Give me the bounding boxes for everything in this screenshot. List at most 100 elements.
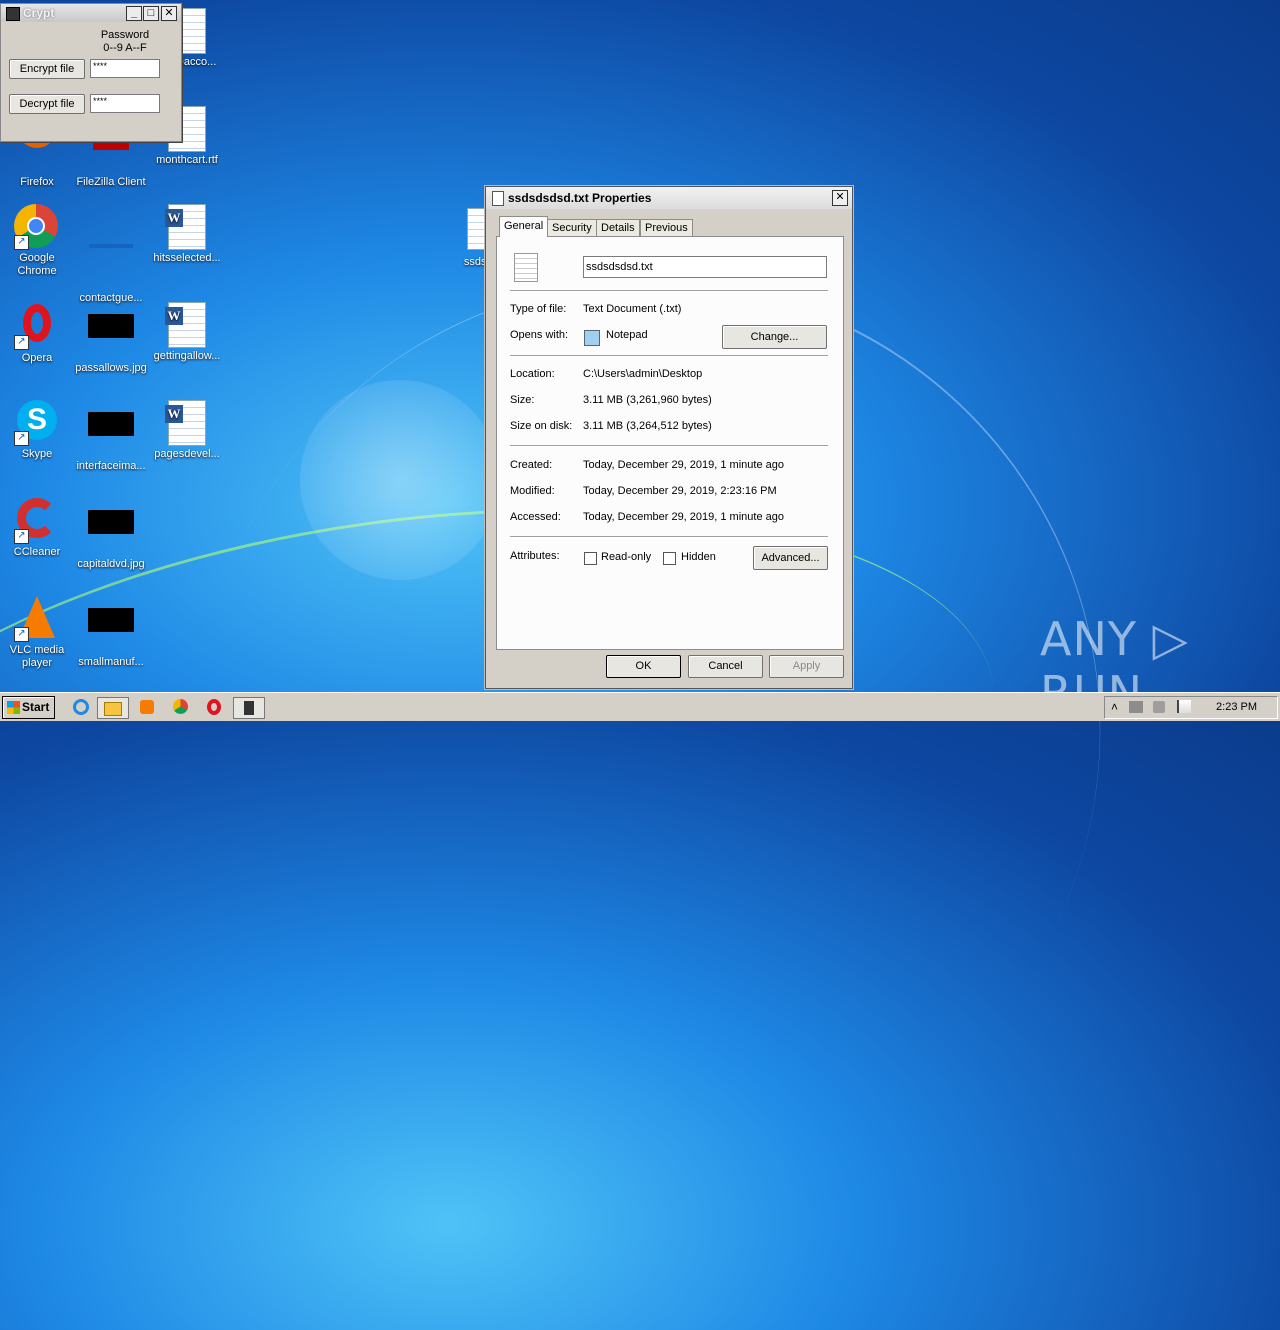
desktop-icon-google-chrome[interactable]: ↗ Google Chrome <box>0 204 74 278</box>
tab-general[interactable]: General <box>499 216 549 237</box>
desktop-icon-gettingallow[interactable]: W gettingallow... <box>150 302 224 363</box>
system-tray: ˄ 2:23 PM <box>1104 696 1278 719</box>
notepad-icon <box>584 330 600 346</box>
modified-value: Today, December 29, 2019, 2:23:16 PM <box>583 485 777 497</box>
word-document-icon: W <box>164 302 210 348</box>
volume-icon[interactable] <box>1153 701 1165 713</box>
accessed-value: Today, December 29, 2019, 1 minute ago <box>583 511 784 523</box>
app-icon <box>6 7 20 21</box>
attributes-label: Attributes: <box>510 550 560 562</box>
skype-icon: S ↗ <box>14 400 60 446</box>
network-icon[interactable] <box>1129 701 1143 713</box>
taskbar-opera-icon[interactable] <box>203 697 225 717</box>
decrypt-file-button[interactable]: Decrypt file <box>9 94 85 114</box>
opens-with-label: Opens with: <box>510 329 569 341</box>
tab-details[interactable]: Details <box>596 219 640 236</box>
type-label: Type of file: <box>510 303 567 315</box>
ccleaner-icon: ↗ <box>14 498 60 544</box>
desktop-icon-vlc[interactable]: ↗ VLC media player <box>0 596 74 670</box>
separator <box>510 445 828 447</box>
clock[interactable]: 2:23 PM <box>1216 701 1257 713</box>
size-label: Size: <box>510 394 535 406</box>
vlc-cone-icon: ↗ <box>14 596 60 642</box>
created-label: Created: <box>510 459 553 471</box>
desktop-icon-ccleaner[interactable]: ↗ CCleaner <box>0 498 74 559</box>
location-value: C:\Users\admin\Desktop <box>583 368 703 380</box>
password-label: Password 0--9 A--F <box>100 29 150 54</box>
cancel-button[interactable]: Cancel <box>688 655 763 678</box>
crypt-title: Crypt <box>23 6 55 20</box>
desktop-icon-passallows[interactable]: passallows.jpg <box>74 302 148 375</box>
shortcut-arrow-icon: ↗ <box>14 431 29 446</box>
taskbar: Start ˄ 2:23 PM <box>0 692 1280 721</box>
filename-field[interactable]: ssdsdsdsd.txt <box>583 256 827 278</box>
properties-title: ssdsdsdsd.txt Properties <box>508 191 652 205</box>
minimize-button[interactable]: _ <box>126 6 142 21</box>
text-file-icon <box>514 253 538 282</box>
desktop-icon-capitaldvd[interactable]: capitaldvd.jpg <box>74 498 148 571</box>
desktop-icon-skype[interactable]: S ↗ Skype <box>0 400 74 461</box>
desktop-icon-interfaceima[interactable]: interfaceima... <box>74 400 148 473</box>
image-thumbnail-icon <box>88 314 134 360</box>
general-panel: ssdsdsdsd.txt Type of file: Text Documen… <box>496 236 844 650</box>
tab-security[interactable]: Security <box>547 219 597 236</box>
desktop-icon-pagesdevel[interactable]: W pagesdevel... <box>150 400 224 461</box>
location-label: Location: <box>510 368 555 380</box>
created-value: Today, December 29, 2019, 1 minute ago <box>583 459 784 471</box>
tab-previous-versions[interactable]: Previous Versions <box>640 219 693 250</box>
desktop-icon-hitsselected[interactable]: W hitsselected... <box>150 204 224 265</box>
windows-logo-icon <box>7 701 20 714</box>
type-value: Text Document (.txt) <box>583 303 682 315</box>
taskbar-chrome-icon[interactable] <box>169 697 191 717</box>
show-hidden-icons-button[interactable]: ˄ <box>1111 700 1118 714</box>
shortcut-arrow-icon: ↗ <box>14 235 29 250</box>
properties-dialog: ssdsdsdsd.txt Properties ✕ General Secur… <box>485 186 853 689</box>
word-document-icon: W <box>164 204 210 250</box>
shortcut-arrow-icon: ↗ <box>14 627 29 642</box>
readonly-label: Read-only <box>601 551 652 563</box>
modified-label: Modified: <box>510 485 555 497</box>
size-on-disk-value: 3.11 MB (3,264,512 bytes) <box>583 420 712 432</box>
file-icon <box>492 191 504 206</box>
separator <box>510 536 828 538</box>
wallpaper-glow <box>300 380 500 580</box>
taskbar-explorer-icon[interactable] <box>97 697 129 719</box>
encrypt-password-field[interactable]: **** <box>90 59 160 78</box>
close-button[interactable]: ✕ <box>161 6 177 21</box>
apply-button[interactable]: Apply <box>769 655 844 678</box>
desktop-icon-contactgue[interactable]: contactgue... <box>74 204 148 305</box>
change-button[interactable]: Change... <box>722 325 827 349</box>
hidden-label: Hidden <box>681 551 716 563</box>
shortcut-arrow-icon: ↗ <box>14 529 29 544</box>
image-thumbnail-icon <box>88 244 134 290</box>
size-value: 3.11 MB (3,261,960 bytes) <box>583 394 712 406</box>
ok-button[interactable]: OK <box>606 655 681 678</box>
desktop-icon-opera[interactable]: ↗ Opera <box>0 302 74 365</box>
taskbar-crypt-icon[interactable] <box>233 697 265 719</box>
accessed-label: Accessed: <box>510 511 561 523</box>
maximize-button[interactable]: □ <box>143 6 159 21</box>
close-button[interactable]: ✕ <box>832 190 848 206</box>
action-center-flag-icon[interactable] <box>1177 700 1191 713</box>
separator <box>510 290 828 292</box>
readonly-checkbox[interactable] <box>584 552 597 565</box>
image-thumbnail-icon <box>88 608 134 654</box>
start-button[interactable]: Start <box>2 696 55 719</box>
crypt-titlebar[interactable]: Crypt _ □ ✕ <box>1 4 181 22</box>
image-thumbnail-icon <box>88 412 134 458</box>
opens-with-value: Notepad <box>606 329 648 341</box>
shortcut-arrow-icon: ↗ <box>14 335 29 350</box>
opera-icon: ↗ <box>14 304 60 350</box>
properties-titlebar[interactable]: ssdsdsdsd.txt Properties ✕ <box>486 187 852 209</box>
desktop-icon-smallmanuf[interactable]: smallmanuf... <box>74 596 148 669</box>
size-on-disk-label: Size on disk: <box>510 420 573 432</box>
separator <box>510 355 828 357</box>
crypt-window: Crypt _ □ ✕ Password 0--9 A--F Encrypt f… <box>0 3 182 142</box>
taskbar-media-player-icon[interactable] <box>136 697 158 717</box>
advanced-button[interactable]: Advanced... <box>753 546 828 570</box>
taskbar-ie-icon[interactable] <box>70 697 92 717</box>
decrypt-password-field[interactable]: **** <box>90 94 160 113</box>
image-thumbnail-icon <box>88 510 134 556</box>
encrypt-file-button[interactable]: Encrypt file <box>9 59 85 79</box>
hidden-checkbox[interactable] <box>663 552 676 565</box>
